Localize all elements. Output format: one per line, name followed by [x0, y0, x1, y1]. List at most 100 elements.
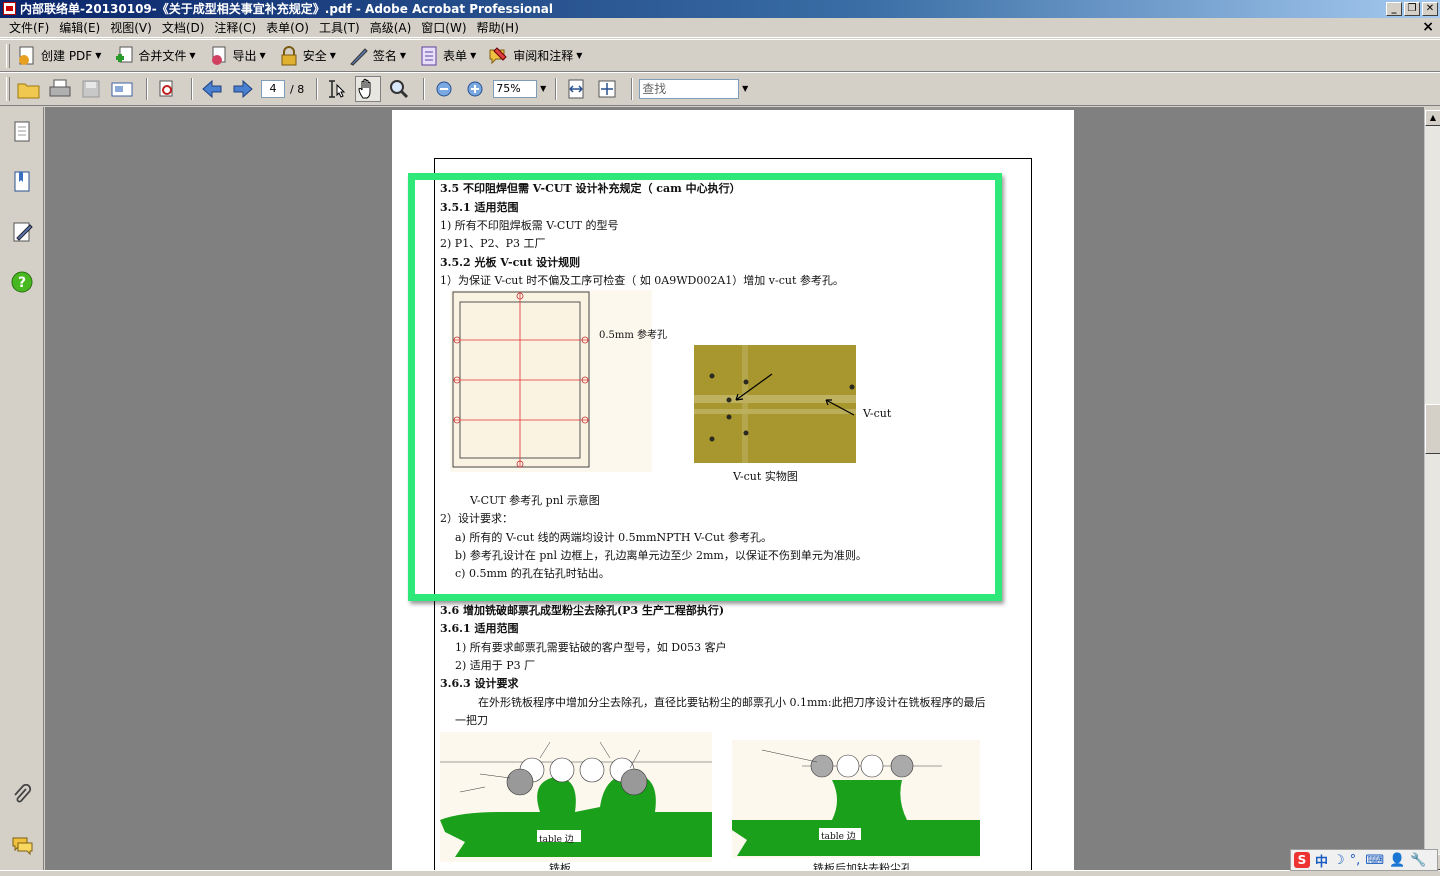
- scroll-thumb[interactable]: [1425, 404, 1440, 454]
- menu-file[interactable]: 文件(F): [4, 18, 54, 38]
- arrow-right-icon: [233, 79, 253, 99]
- export-icon: [208, 45, 230, 67]
- zoom-tool-button[interactable]: [386, 76, 412, 102]
- minimize-button[interactable]: _: [1386, 2, 1402, 16]
- close-button[interactable]: ✕: [1422, 2, 1438, 16]
- open-button[interactable]: [16, 76, 42, 102]
- ime-toolbar[interactable]: S 中 ☽ °, ⌨ 👤 🔧: [1290, 849, 1438, 871]
- select-tool-button[interactable]: [324, 76, 350, 102]
- menu-window[interactable]: 窗口(W): [416, 18, 471, 38]
- zoom-in-button[interactable]: [462, 76, 488, 102]
- menu-document[interactable]: 文档(D): [157, 18, 210, 38]
- document-viewport[interactable]: 3.5 不印阻焊但需 V-CUT 设计补充规定（ cam 中心执行） 3.5.1…: [45, 107, 1424, 870]
- milling-diagram: [440, 732, 712, 862]
- sogou-icon[interactable]: S: [1294, 852, 1310, 868]
- next-page-button[interactable]: [230, 76, 256, 102]
- document-close-icon[interactable]: ×: [1422, 19, 1434, 35]
- punctuation-icon[interactable]: °,: [1350, 853, 1361, 868]
- combine-files-icon: [113, 45, 135, 67]
- scope-3-6-item-1: 1) 所有要求邮票孔需要钻破的客户型号，如 D053 客户: [455, 641, 727, 654]
- zoom-out-icon: [436, 81, 452, 97]
- table-edge-label-2: table 边: [821, 832, 856, 842]
- lock-icon: [278, 45, 300, 67]
- design-body-line-1: 在外形铣板程序中增加分尘去除孔，直径比要钻粉尘的邮票孔小 0.1mm:此把刀序设…: [478, 696, 986, 709]
- scroll-up-icon[interactable]: ▲: [1425, 110, 1440, 126]
- find-input[interactable]: 查找: [639, 79, 740, 99]
- menu-forms[interactable]: 表单(O): [261, 18, 314, 38]
- zoom-out-button[interactable]: [431, 76, 457, 102]
- find-comments-button[interactable]: [154, 76, 180, 102]
- search-document-icon: [159, 80, 173, 97]
- settings-wrench-icon[interactable]: 🔧: [1410, 853, 1426, 868]
- fig3-caption: 铣板: [549, 862, 571, 870]
- acrobat-app-icon: [3, 2, 16, 15]
- help-icon[interactable]: ?: [11, 271, 33, 293]
- table-edge-label-1: table 边: [539, 835, 574, 845]
- fit-page-icon: [598, 80, 616, 98]
- previous-page-button[interactable]: [199, 76, 225, 102]
- create-pdf-icon: [16, 45, 38, 67]
- menu-comments[interactable]: 注释(C): [209, 18, 261, 38]
- arrow-left-icon: [202, 79, 222, 99]
- fit-width-button[interactable]: [563, 76, 589, 102]
- half-width-icon[interactable]: ☽: [1333, 853, 1345, 868]
- email-button[interactable]: [109, 76, 135, 102]
- printer-icon: [49, 79, 71, 97]
- toolbar-grip[interactable]: [6, 43, 10, 68]
- review-comment-button[interactable]: 审阅和注释 ▼: [488, 42, 582, 70]
- signatures-icon[interactable]: [11, 221, 33, 243]
- magnifier-icon: [390, 80, 409, 99]
- bookmarks-icon[interactable]: [11, 171, 33, 193]
- email-icon: [111, 82, 133, 97]
- comments-panel-icon[interactable]: [11, 834, 33, 856]
- security-button[interactable]: 安全 ▼: [278, 42, 336, 70]
- svg-text:?: ?: [18, 275, 26, 291]
- title-bar: 内部联络单-20130109-《关于成型相关事宜补充规定》.pdf - Adob…: [0, 0, 1440, 18]
- zoom-level-input[interactable]: 75%: [493, 80, 538, 98]
- export-button[interactable]: 导出 ▼: [208, 42, 266, 70]
- zoom-dropdown-icon[interactable]: ▼: [537, 80, 549, 98]
- form-icon: [418, 45, 440, 67]
- hand-tool-button[interactable]: [355, 76, 382, 102]
- keyboard-icon[interactable]: ⌨: [1365, 853, 1384, 868]
- folder-icon: [17, 83, 40, 99]
- navigation-panel: ?: [0, 107, 44, 876]
- menu-advanced[interactable]: 高级(A): [365, 18, 417, 38]
- design-body-line-2: 一把刀: [455, 714, 488, 727]
- sign-button[interactable]: 签名 ▼: [348, 42, 406, 70]
- zoom-in-icon: [467, 81, 483, 97]
- hand-icon: [358, 78, 371, 99]
- save-button[interactable]: [78, 76, 104, 102]
- user-icon[interactable]: 👤: [1389, 853, 1405, 868]
- menu-bar: 文件(F) 编辑(E) 视图(V) 文档(D) 注释(C) 表单(O) 工具(T…: [0, 18, 1440, 38]
- combine-files-button[interactable]: 合并文件 ▼: [113, 42, 196, 70]
- menu-view[interactable]: 视图(V): [105, 18, 157, 38]
- pdf-page: 3.5 不印阻焊但需 V-CUT 设计补充规定（ cam 中心执行） 3.5.1…: [392, 110, 1074, 870]
- vertical-scrollbar[interactable]: ▲ ▼: [1424, 110, 1440, 870]
- status-bar: [0, 870, 1440, 876]
- pen-icon: [348, 45, 370, 67]
- create-pdf-button[interactable]: 创建 PDF ▼: [16, 42, 101, 70]
- disk-icon: [82, 80, 100, 98]
- menu-edit[interactable]: 编辑(E): [54, 18, 105, 38]
- find-dropdown-icon[interactable]: ▼: [739, 80, 751, 98]
- pages-icon[interactable]: [11, 121, 33, 143]
- page-count: / 8: [290, 82, 305, 96]
- text-select-icon: [329, 80, 346, 98]
- menu-tools[interactable]: 工具(T): [314, 18, 365, 38]
- page-number-input[interactable]: 4: [261, 80, 285, 98]
- restore-button[interactable]: ❐: [1404, 2, 1420, 16]
- menu-help[interactable]: 帮助(H): [472, 18, 524, 38]
- fit-page-button[interactable]: [594, 76, 620, 102]
- toolbar-grip[interactable]: [6, 77, 10, 101]
- milling-dust-diagram: [732, 740, 980, 858]
- section-3-6-title: 3.6 增加铣破邮票孔成型粉尘去除孔(P3 生产工程部执行): [440, 604, 725, 617]
- comment-icon: [488, 45, 510, 67]
- attachments-icon[interactable]: [11, 783, 33, 806]
- highlight-rectangle: [408, 173, 1002, 601]
- section-3-6-3-title: 3.6.3 设计要求: [440, 677, 519, 690]
- scope-3-6-item-2: 2) 适用于 P3 厂: [455, 659, 536, 672]
- ime-language[interactable]: 中: [1315, 851, 1328, 870]
- print-button[interactable]: [47, 76, 73, 102]
- forms-button[interactable]: 表单 ▼: [418, 42, 476, 70]
